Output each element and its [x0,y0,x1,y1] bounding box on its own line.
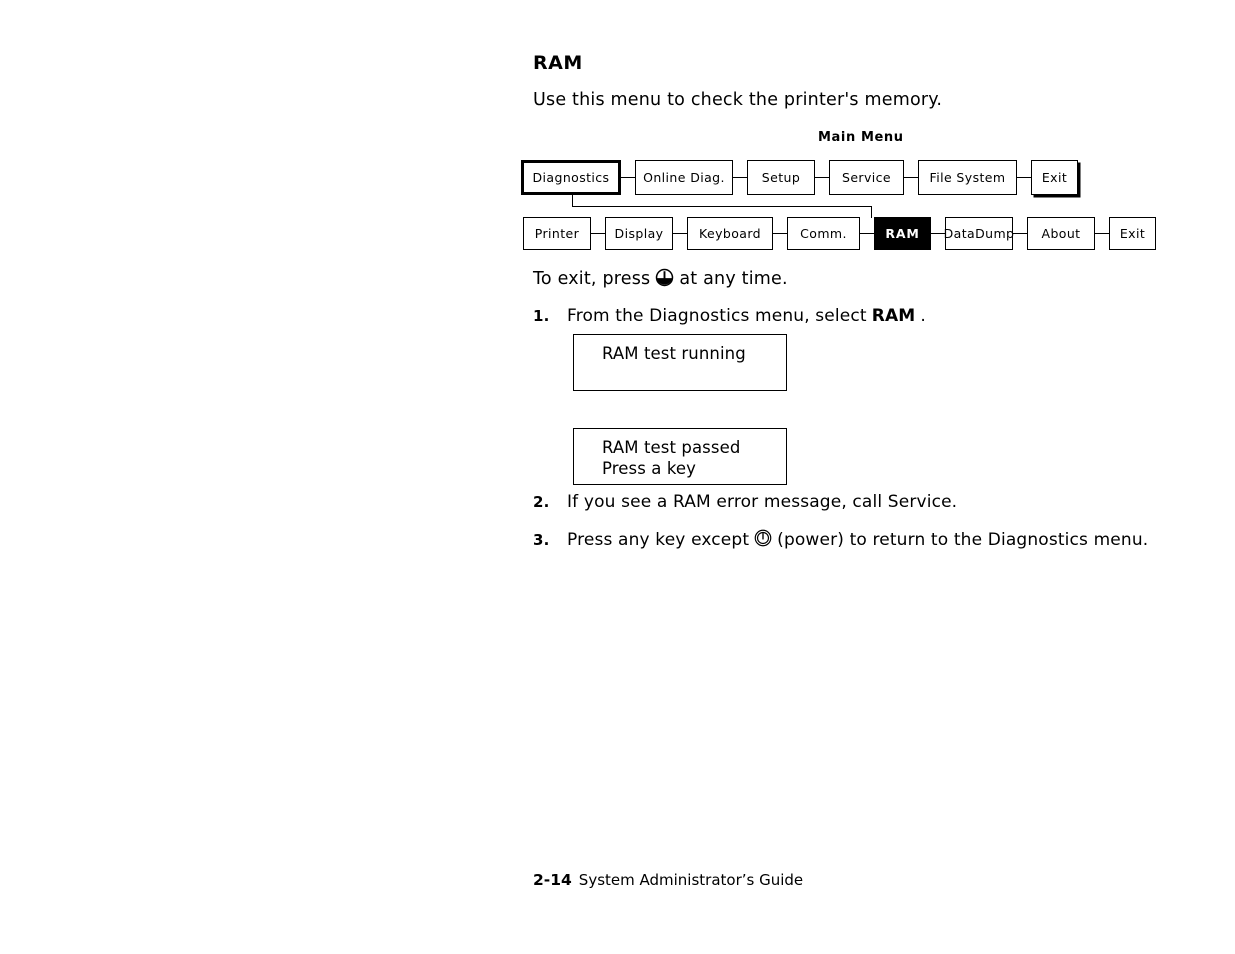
menu-item-service[interactable]: Service [829,160,904,195]
menu-item-setup[interactable]: Setup [747,160,815,195]
footer-page-number: 2-14 [533,871,572,889]
lcd-display-passed: RAM test passed Press a key [573,428,787,485]
step-3-number: 3. [533,530,550,549]
menu-connector [673,233,687,234]
menu-connector [733,177,747,178]
step-1-text-before: From the Diagnostics menu, select [567,306,867,326]
step-3-text-after: (power) to return to the Diagnostics men… [777,529,1149,550]
menu-item-keyboard[interactable]: Keyboard [687,217,773,250]
step-2: 2. If you see a RAM error message, call … [533,492,957,512]
menu-item-ram[interactable]: RAM [874,217,931,250]
step-3-text-before: Press any key except [567,529,750,550]
menu-connector [621,177,635,178]
menu-row-main: Diagnostics Online Diag. Setup Service File … [521,160,1078,195]
menu-item-diagnostics[interactable]: Diagnostics [521,160,621,195]
exit-key-icon [655,268,674,292]
lcd-passed-line-2: Press a key [602,459,697,479]
exit-note-text-before: To exit, press [533,269,651,289]
footer-doc-title: System Administrator’s Guide [578,871,804,889]
step-2-number: 2. [533,493,550,511]
menu-connector [904,177,918,178]
connector-horizontal [572,206,872,207]
lcd-display-running: RAM test running [573,334,787,391]
menu-connector [591,233,605,234]
step-1-text-after: . [920,306,926,326]
menu-connector [815,177,829,178]
menu-item-exit[interactable]: Exit [1109,217,1156,250]
menu-item-printer[interactable]: Printer [523,217,591,250]
menu-connector [1095,233,1109,234]
menu-connector [1013,233,1027,234]
menu-connector [773,233,787,234]
menu-item-comm[interactable]: Comm. [787,217,860,250]
exit-note-text-after: at any time. [679,269,788,289]
menu-item-about[interactable]: About [1027,217,1095,250]
menu-item-exit[interactable]: Exit [1031,160,1078,195]
main-menu-label: Main Menu [818,130,904,145]
document-page: RAM Use this menu to check the printer's… [0,0,1235,954]
lcd-running-line-1: RAM test running [602,344,746,363]
step-1-text-bold: RAM [871,306,916,326]
menu-connector [1017,177,1031,178]
menu-connector [860,233,874,234]
exit-note: To exit, press at any time. [533,267,788,291]
step-1: 1. From the Diagnostics menu, select RAM… [533,306,926,326]
lcd-passed-line-1: RAM test passed [602,438,741,457]
menu-item-file-system[interactable]: File System [918,160,1017,195]
menu-item-data-dump[interactable]: Data Dump [943,217,1015,250]
step-1-number: 1. [533,307,550,325]
step-2-text-before: If you see a RAM error message, call Ser… [567,492,958,512]
menu-item-display[interactable]: Display [605,217,673,250]
step-1-text: From the Diagnostics menu, select RAM. [567,306,926,326]
menu-item-online-diag[interactable]: Online Diag. [635,160,733,195]
step-2-text: If you see a RAM error message, call Ser… [567,492,957,512]
menu-diagram: Main Menu Diagnostics Online Diag. Setup Se… [0,0,1235,300]
menu-item-line: Dump [975,225,1015,241]
step-3-text: Press any key except (power) to return t… [567,528,1148,551]
menu-item-line: Data [943,225,976,241]
menu-row-diagnostics: Printer Display Keyboard Comm. RAM Data Dump Ab… [523,217,1156,250]
power-icon [754,529,772,552]
step-3: 3. Press any key except (power) to retur… [533,528,1148,551]
page-footer: 2-14 System Administrator’s Guide [533,871,803,889]
